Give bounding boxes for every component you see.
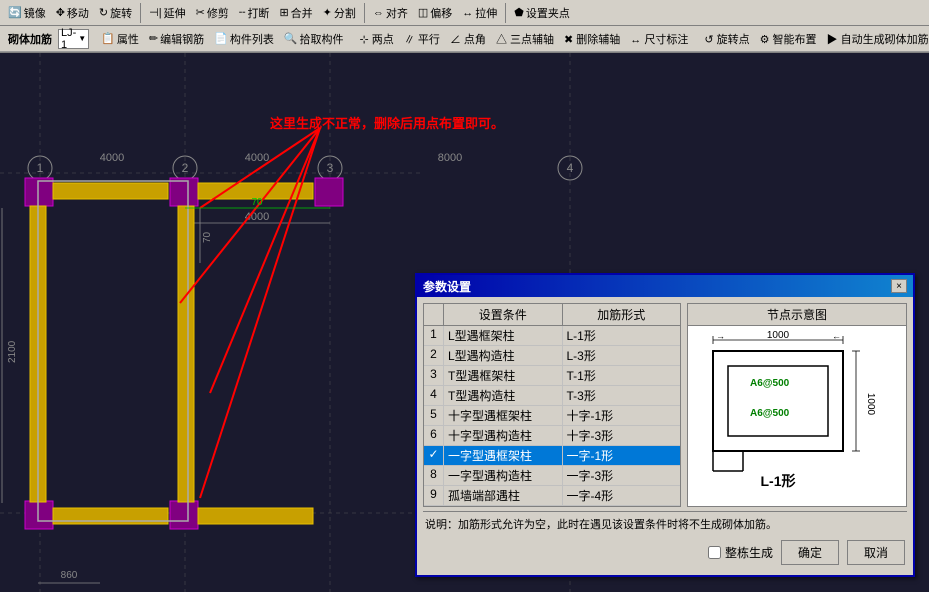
toolbar-align-btn[interactable]: ⇔ 对齐 (369, 3, 412, 23)
cad-main-area: 1 2 3 4 4000 4000 8000 4000 (0, 53, 929, 592)
toolbar-move-btn[interactable]: ✥ 移动 (52, 3, 93, 23)
toolbar-dim-btn[interactable]: ↔ 尺寸标注 (626, 29, 692, 49)
table-row[interactable]: 5 十字型遇框架柱 十字-1形 (424, 406, 680, 426)
svg-text:3: 3 (327, 161, 334, 175)
toolbar-stretch-btn[interactable]: ↔ 拉伸 (458, 3, 501, 23)
svg-text:A6@500: A6@500 (750, 408, 790, 419)
svg-text:4: 4 (567, 161, 574, 175)
cancel-button[interactable]: 取消 (847, 540, 905, 565)
toolbar-rotate-btn[interactable]: ↻ 旋转 (95, 3, 136, 23)
dialog-title: 参数设置 (423, 278, 471, 295)
dialog-note: 说明：加筋形式允许为空，此时在遇见该设置条件时将不生成砌体加筋。 (423, 511, 907, 536)
svg-text:2100: 2100 (7, 340, 18, 363)
col-header-condition (424, 304, 444, 325)
toolbar-pick-member-btn[interactable]: 🔍 拾取构件 (280, 29, 348, 49)
table-row[interactable]: 9 孤墙端部遇柱 一字-4形 (424, 486, 680, 506)
toolbar-del-aux-btn[interactable]: ✖ 删除辅轴 (560, 29, 624, 49)
svg-text:1000: 1000 (865, 393, 876, 416)
node-section-title: 节点示意图 (688, 304, 906, 326)
table-header: 设置条件 加筋形式 (423, 303, 681, 325)
toolbar-angle-point-btn[interactable]: ∠ 点角 (446, 29, 490, 49)
table-row[interactable]: 1 L型遇框架柱 L-1形 (424, 326, 680, 346)
toolbar-break-btn[interactable]: ╌ 打断 (235, 3, 274, 23)
conditions-table: 设置条件 加筋形式 1 L型遇框架柱 L-1形 2 L型遇构造 (423, 303, 681, 507)
svg-text:4000: 4000 (245, 152, 269, 164)
svg-text:2: 2 (182, 161, 189, 175)
toolbar-split-btn[interactable]: ✦ 分割 (319, 3, 360, 23)
toolbar-smart-layout-btn[interactable]: ⚙ 智能布置 (756, 29, 821, 49)
svg-text:70: 70 (202, 231, 213, 243)
table-row[interactable]: 6 十字型遇构造柱 十字-3形 (424, 426, 680, 446)
svg-text:1000: 1000 (767, 330, 790, 341)
dialog-close-button[interactable]: × (891, 279, 907, 293)
node-diagram-section: 节点示意图 (687, 303, 907, 507)
table-row[interactable]: 8 一字型遇构造柱 一字-3形 (424, 466, 680, 486)
toolbar-mirror-btn[interactable]: 🔄 镜像 (4, 3, 50, 23)
table-row[interactable]: 4 T型遇构造柱 T-3形 (424, 386, 680, 406)
col-header-condition-text: 设置条件 (444, 304, 563, 325)
svg-text:860: 860 (61, 570, 78, 581)
annotation-text: 这里生成不正常，删除后用点布置即可。 (270, 113, 504, 132)
toolbar-row2: 砌体加筋 LJ-1▼ 📋 属性 ✏ 编辑钢筋 📄 构件列表 🔍 拾取构件 ⊹ 两… (0, 26, 929, 52)
svg-text:1: 1 (37, 161, 44, 175)
toolbar-offset-btn[interactable]: ◫ 偏移 (414, 3, 456, 23)
toolbar-edit-rebar-btn[interactable]: ✏ 编辑钢筋 (145, 29, 208, 49)
svg-text:8000: 8000 (438, 152, 462, 164)
dialog-footer: 整栋生成 确定 取消 (423, 536, 907, 569)
masonry-type-label: 砌体加筋 (4, 29, 56, 49)
toolbar-two-point-btn[interactable]: ⊹ 两点 (356, 29, 398, 49)
table-row[interactable]: ✓ 一字型遇框架柱 一字-1形 (424, 446, 680, 466)
parameter-settings-dialog: 参数设置 × 设置条件 加筋形式 1 (415, 273, 915, 577)
dialog-content: 设置条件 加筋形式 1 L型遇框架柱 L-1形 2 L型遇构造 (423, 303, 907, 507)
table-row[interactable]: 3 T型遇框架柱 T-1形 (424, 366, 680, 386)
toolbar-rotate-point-btn[interactable]: ↺ 旋转点 (700, 29, 753, 49)
toolbar-row1: 🔄 镜像 ✥ 移动 ↻ 旋转 ⊣| 延伸 ✂ 修剪 ╌ 打断 ⊞ 合并 ✦ 分割… (0, 0, 929, 26)
toolbar-extend-btn[interactable]: ⊣| 延伸 (145, 3, 189, 23)
svg-text:A6@500: A6@500 (750, 378, 790, 389)
svg-text:4000: 4000 (100, 152, 124, 164)
whole-building-label: 整栋生成 (725, 544, 773, 561)
toolbar-area: 🔄 镜像 ✥ 移动 ↻ 旋转 ⊣| 延伸 ✂ 修剪 ╌ 打断 ⊞ 合并 ✦ 分割… (0, 0, 929, 53)
toolbar-three-point-btn[interactable]: △ 三点辅轴 (492, 29, 558, 49)
dialog-titlebar: 参数设置 × (417, 275, 913, 297)
toolbar-property-btn[interactable]: 📋 属性 (97, 29, 143, 49)
table-row[interactable]: 2 L型遇构造柱 L-3形 (424, 346, 680, 366)
svg-text:70: 70 (251, 197, 263, 208)
toolbar-member-list-btn[interactable]: 📄 构件列表 (210, 29, 278, 49)
member-type-dropdown[interactable]: LJ-1▼ (58, 29, 89, 49)
toolbar-trim-btn[interactable]: ✂ 修剪 (192, 3, 233, 23)
table-body: 1 L型遇框架柱 L-1形 2 L型遇构造柱 L-3形 3 (423, 325, 681, 507)
whole-building-checkbox-row: 整栋生成 (708, 544, 773, 561)
toolbar-setgrip-btn[interactable]: ⬟ 设置夹点 (510, 3, 574, 23)
node-svg: 1000 → ← 1000 A6@500 A6@500 (688, 326, 906, 506)
svg-text:←: ← (832, 331, 841, 341)
whole-building-checkbox[interactable] (708, 546, 721, 559)
toolbar-auto-gen-btn[interactable]: ▶ 自动生成砌体加筋 (823, 29, 929, 49)
col-header-form: 加筋形式 (563, 304, 681, 325)
toolbar-parallel-btn[interactable]: ∥ 平行 (400, 29, 444, 49)
confirm-button[interactable]: 确定 (781, 540, 839, 565)
dialog-body: 设置条件 加筋形式 1 L型遇框架柱 L-1形 2 L型遇构造 (417, 297, 913, 575)
svg-text:L-1形: L-1形 (761, 473, 796, 489)
toolbar-join-btn[interactable]: ⊞ 合并 (275, 3, 316, 23)
svg-text:→: → (716, 331, 725, 341)
node-diagram: 1000 → ← 1000 A6@500 A6@500 (688, 326, 906, 506)
